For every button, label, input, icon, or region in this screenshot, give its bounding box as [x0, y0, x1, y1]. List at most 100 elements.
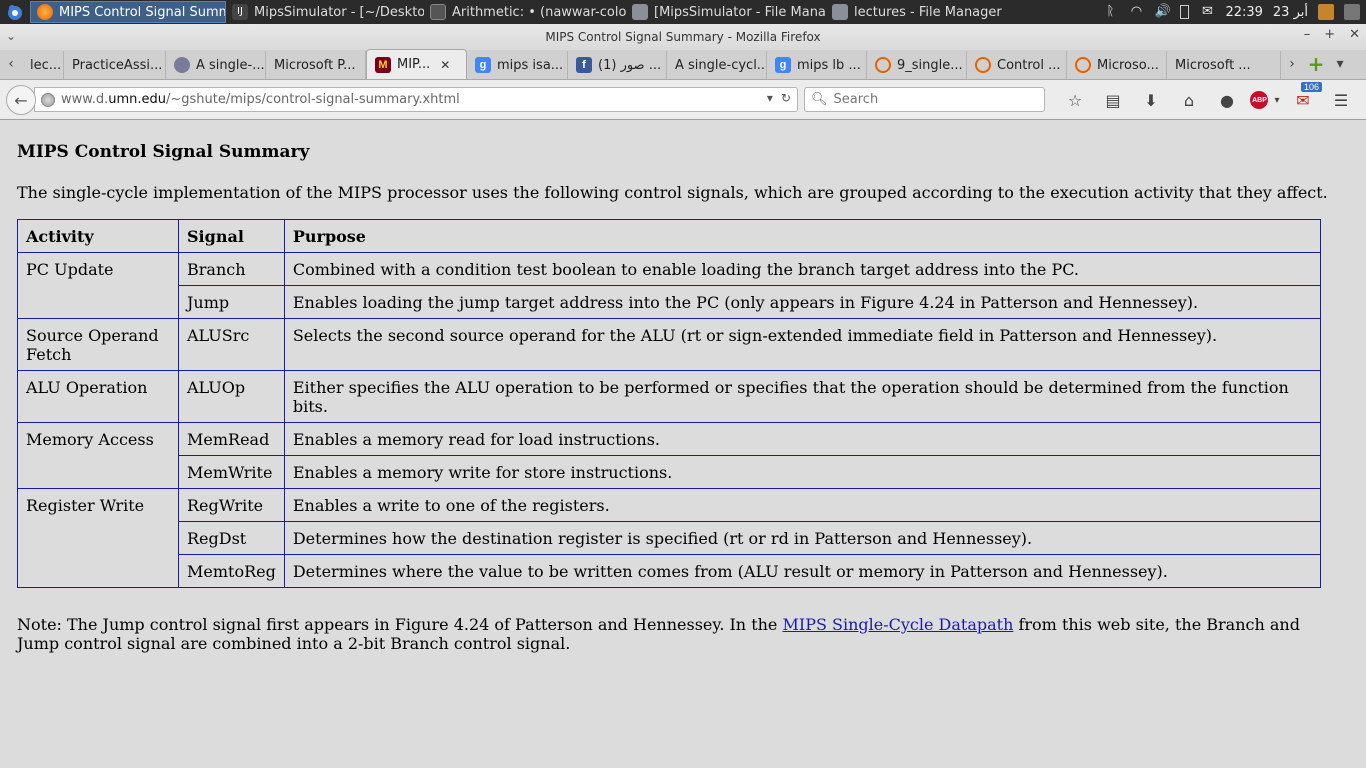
tab-5[interactable]: g mips isa... — [467, 51, 568, 79]
tab-12[interactable]: Microsoft ... — [1167, 51, 1281, 79]
page-icon — [174, 57, 190, 73]
bluetooth-icon[interactable]: ᚱ — [1102, 4, 1118, 20]
hamburger-menu-icon[interactable]: ☰ — [1322, 88, 1360, 112]
tab-list-icon[interactable]: ▾ — [1329, 49, 1351, 79]
table-row: PC Update Branch Combined with a conditi… — [17, 252, 1322, 319]
scroll-tabs-left-icon[interactable]: ‹ — [0, 49, 22, 79]
taskbar-item-arithmetic[interactable]: Arithmetic: • (nawwar-colo... — [424, 1, 626, 23]
window-title: MIPS Control Signal Summary - Mozilla Fi… — [545, 30, 821, 44]
note-text-before: Note: The Jump control signal first appe… — [17, 615, 783, 634]
gmail-count-badge: 106 — [1300, 82, 1322, 92]
activity-cell: ALU Operation — [17, 370, 179, 423]
url-bar[interactable]: www.d. umn.edu/~gshute/mips/control-signa… — [34, 87, 798, 112]
tab-3[interactable]: Microsoft P... — [266, 51, 366, 79]
mail-icon[interactable]: ✉ — [1199, 4, 1215, 20]
firefox-icon — [37, 4, 53, 20]
tab-10[interactable]: Control ... — [967, 51, 1067, 79]
tab-9[interactable]: 9_single... — [867, 51, 967, 79]
tab-11[interactable]: Microso... — [1067, 51, 1167, 79]
tab-6[interactable]: f صور (1) ... — [568, 51, 667, 79]
table-row: Register Write RegWrite Enables a write … — [17, 488, 1322, 588]
site-identity-icon[interactable] — [41, 92, 55, 107]
purpose-cell: Enables a memory read for load instructi… — [283, 422, 1322, 456]
search-input[interactable] — [833, 92, 1034, 107]
tab-label: MIP... — [397, 57, 431, 72]
reload-icon[interactable]: ↻ — [781, 91, 791, 105]
reading-list-icon[interactable]: ▤ — [1094, 88, 1132, 112]
clock-date[interactable]: 23 أبر — [1273, 5, 1308, 20]
umn-icon: M — [375, 56, 391, 73]
new-tab-icon[interactable]: + — [1303, 49, 1329, 79]
url-domain: umn.edu — [108, 92, 166, 107]
search-icon: 🔍︎ — [811, 92, 828, 107]
purpose-cell: Determines how the destination register … — [283, 521, 1322, 555]
tab-label: صور (1) ... — [598, 57, 662, 73]
bookmark-star-icon[interactable]: ☆ — [1056, 88, 1094, 112]
tab-2[interactable]: A single-... — [166, 51, 266, 79]
tab-label: lec... — [30, 57, 62, 73]
taskbar-item-label: MipsSimulator - [~/Deskto... — [254, 4, 424, 20]
tab-8[interactable]: g mips lb ... — [767, 51, 867, 79]
taskbar-item-label: lectures - File Manager — [854, 4, 1002, 20]
taskbar-item-label: MIPS Control Signal Summ... — [59, 4, 226, 20]
folder-icon — [632, 4, 648, 20]
purpose-cell: Enables a memory write for store instruc… — [283, 455, 1322, 489]
taskbar-item-mipssimulator[interactable]: IJ MipsSimulator - [~/Deskto... — [226, 1, 424, 23]
calendar-icon[interactable] — [1318, 4, 1334, 20]
folder-icon — [832, 4, 848, 20]
purpose-cell: Selects the second source operand for th… — [283, 318, 1322, 371]
tab-7[interactable]: A single-cycl... — [667, 51, 767, 79]
adblock-icon[interactable]: ABP ▾ — [1246, 88, 1284, 112]
signal-cell: MemRead — [178, 422, 285, 456]
tab-4-active[interactable]: M MIP... ✕ — [366, 49, 467, 79]
header-activity: Activity — [17, 219, 179, 253]
volume-icon[interactable]: 🔊 — [1154, 4, 1170, 20]
tab-label: A single-cycl... — [675, 57, 767, 73]
gmail-icon[interactable]: ✉ 106 — [1284, 82, 1322, 112]
datapath-link[interactable]: MIPS Single-Cycle Datapath — [782, 615, 1013, 634]
window-menu-icon[interactable]: ⌄ — [6, 29, 16, 43]
note-paragraph: Note: The Jump control signal first appe… — [17, 615, 1347, 653]
taskbar-item-filemanager-2[interactable]: lectures - File Manager — [826, 1, 1016, 23]
clock-time[interactable]: 22:39 — [1225, 5, 1262, 20]
wifi-icon[interactable]: ◠ — [1128, 4, 1144, 20]
search-bar[interactable]: 🔍︎ — [804, 87, 1045, 112]
activity-cell: PC Update — [17, 252, 179, 319]
signal-cell: MemtoReg — [178, 554, 285, 588]
system-tray: ᚱ ◠ 🔊 ✉ 22:39 23 أبر — [1102, 0, 1366, 24]
menu-launcher-icon[interactable] — [0, 0, 30, 24]
back-button[interactable]: ← — [6, 85, 36, 115]
table-row: Jump Enables loading the jump target add… — [18, 285, 1322, 319]
tab-label: Microso... — [1097, 57, 1159, 73]
signal-cell: RegWrite — [178, 488, 285, 522]
signal-cell: Jump — [178, 285, 285, 319]
tab-label: mips isa... — [497, 57, 564, 73]
loading-icon — [1075, 57, 1091, 73]
taskbar-item-firefox[interactable]: MIPS Control Signal Summ... — [30, 1, 226, 23]
tab-1[interactable]: PracticeAssi... — [64, 51, 166, 79]
abp-badge: ABP — [1250, 91, 1269, 109]
scroll-tabs-right-icon[interactable]: › — [1281, 49, 1303, 79]
purpose-cell: Enables a write to one of the registers. — [283, 488, 1322, 522]
header-purpose: Purpose — [283, 219, 1322, 253]
history-dropdown-icon[interactable]: ▾ — [767, 91, 773, 105]
activity-cell: Source Operand Fetch — [17, 318, 179, 371]
tab-label: PracticeAssi... — [72, 57, 163, 73]
tab-close-icon[interactable]: ✕ — [440, 58, 450, 72]
loading-icon — [875, 57, 891, 73]
close-icon[interactable]: ✕ — [1349, 27, 1360, 42]
taskbar-item-label: Arithmetic: • (nawwar-colo... — [452, 4, 626, 20]
purpose-cell: Enables loading the jump target address … — [283, 285, 1322, 319]
minimize-icon[interactable]: – — [1304, 27, 1311, 42]
chat-icon[interactable]: ● — [1208, 88, 1246, 112]
battery-icon[interactable] — [1180, 5, 1190, 19]
user-icon[interactable] — [1344, 4, 1360, 20]
tab-0[interactable]: lec... — [22, 51, 64, 79]
table-row: ALU Operation ALUOp Either specifies the… — [17, 370, 1322, 423]
downloads-icon[interactable]: ⬇ — [1132, 88, 1170, 112]
home-icon[interactable]: ⌂ — [1170, 88, 1208, 112]
tab-label: Control ... — [997, 57, 1061, 73]
taskbar-item-filemanager-1[interactable]: [MipsSimulator - File Mana... — [626, 1, 826, 23]
maximize-icon[interactable]: + — [1324, 27, 1335, 42]
table-row: Memory Access MemRead Enables a memory r… — [17, 422, 1322, 489]
